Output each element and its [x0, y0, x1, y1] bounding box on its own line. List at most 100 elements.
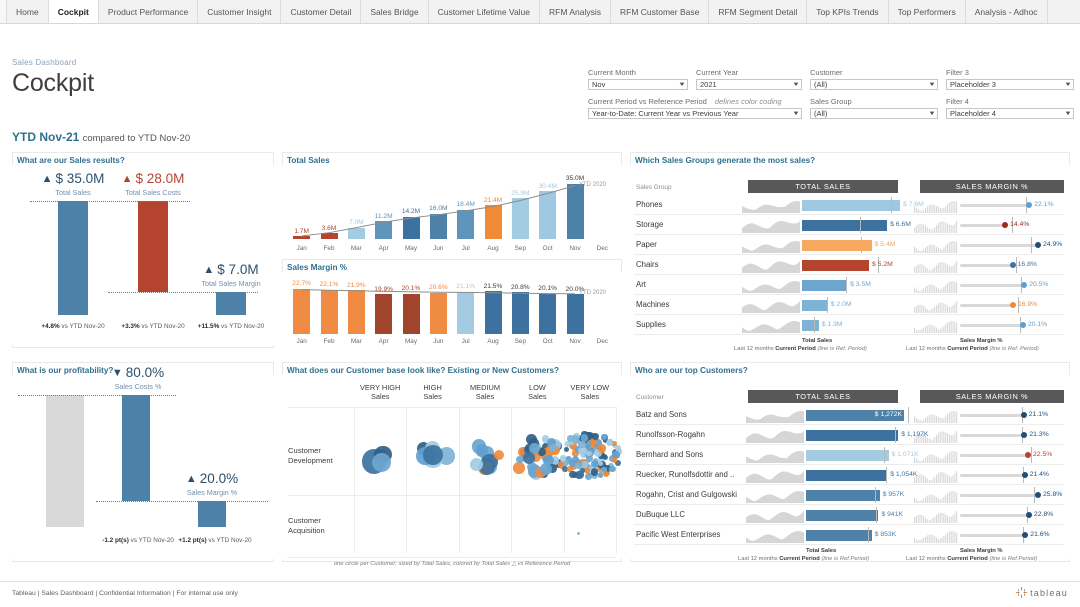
tab-sales-bridge[interactable]: Sales Bridge: [361, 0, 429, 23]
bar-jun[interactable]: [429, 292, 447, 334]
dot-sales-margin[interactable]: [1025, 452, 1032, 458]
bar-feb[interactable]: [320, 233, 338, 239]
dot-sales-margin[interactable]: [1002, 222, 1009, 228]
filter-select[interactable]: Placeholder 3 ▼: [946, 79, 1074, 90]
bar-mar[interactable]: [347, 290, 365, 334]
bar-jun[interactable]: [429, 213, 447, 239]
customer-bubble[interactable]: [539, 463, 552, 476]
bar-sep[interactable]: [511, 198, 529, 239]
bar-aug[interactable]: [484, 291, 502, 334]
tab-customer-lifetime-value[interactable]: Customer Lifetime Value: [428, 0, 541, 23]
customer-bubble[interactable]: [611, 450, 620, 459]
customer-base-matrix[interactable]: VERY HIGH Sales HIGH Sales MEDIUM Sales LOW Sal…: [282, 375, 623, 567]
bullet-bar-total-sales[interactable]: [802, 219, 888, 231]
tab-rfm-customer-base[interactable]: RFM Customer Base: [610, 0, 710, 23]
customer-bubble[interactable]: [586, 451, 592, 457]
dot-sales-margin[interactable]: [1009, 262, 1016, 268]
bullet-bar-total-sales[interactable]: [806, 509, 879, 521]
bar-sep[interactable]: [511, 292, 529, 334]
dot-sales-margin[interactable]: [1009, 302, 1016, 308]
dot-sales-margin[interactable]: [1035, 242, 1041, 248]
tab-rfm-segment-detail[interactable]: RFM Segment Detail: [709, 0, 808, 23]
dot-sales-margin[interactable]: [1021, 432, 1028, 438]
customer-bubble[interactable]: [493, 449, 505, 461]
bullet-bar-total-sales[interactable]: [802, 259, 870, 271]
filter-select[interactable]: Placeholder 4 ▼: [946, 108, 1074, 119]
customer-bubble[interactable]: [549, 443, 558, 452]
tab-customer-detail[interactable]: Customer Detail: [281, 0, 362, 23]
bar-sales-margin-pct[interactable]: [198, 500, 226, 527]
tab-customer-insight[interactable]: Customer Insight: [198, 0, 282, 23]
customer-bubble[interactable]: [609, 465, 616, 473]
bullet-bar-total-sales[interactable]: [802, 319, 819, 331]
customer-bubble[interactable]: [592, 433, 599, 440]
bar-aug[interactable]: [484, 205, 502, 239]
profitability-chart[interactable]: 80.0% Sales Costs % 20.0%Sales Margin % -1.…: [12, 365, 274, 559]
bar-apr[interactable]: [375, 294, 393, 334]
sales-results-chart[interactable]: $ 35.0M Total Sales +4.8% vs YTD Nov-20 $ 2…: [12, 165, 274, 345]
tab-rfm-analysis[interactable]: RFM Analysis: [540, 0, 611, 23]
sales-margin-chart[interactable]: 22.7% Jan 22.1% Feb 21.9% Mar 19.9% Apr 20.1% May…: [282, 272, 622, 348]
bar-jan[interactable]: [293, 288, 311, 334]
sales-groups-table[interactable]: Sales Group TOTAL SALES SALES MARGIN % Phon…: [630, 165, 1070, 352]
customer-bubble[interactable]: [476, 444, 488, 456]
bar-jul[interactable]: [457, 291, 475, 334]
tab-top-kpis-trends[interactable]: Top KPIs Trends: [807, 0, 889, 23]
filter-select[interactable]: (All) ▼: [810, 108, 938, 119]
tab-analysis-adhoc[interactable]: Analysis - Adhoc: [965, 0, 1048, 23]
filter-select[interactable]: 2021 ▼: [696, 79, 802, 90]
bar-jan[interactable]: [293, 236, 311, 239]
bar-may[interactable]: [402, 293, 420, 334]
dot-sales-margin[interactable]: [1022, 532, 1029, 538]
tab-top-performers[interactable]: Top Performers: [888, 0, 966, 23]
customer-bubble[interactable]: [569, 470, 577, 479]
filter-select[interactable]: Nov ▼: [588, 79, 688, 90]
bar-jul[interactable]: [457, 209, 475, 239]
dot-sales-margin[interactable]: [1020, 412, 1027, 418]
bar-oct[interactable]: [539, 293, 557, 334]
bar-3[interactable]: [216, 292, 246, 315]
customer-bubble[interactable]: [600, 434, 607, 440]
customer-bubble[interactable]: [576, 532, 580, 536]
customer-bubble[interactable]: [578, 447, 587, 456]
tab-cockpit[interactable]: Cockpit: [48, 0, 99, 23]
bar-oct[interactable]: [539, 191, 557, 239]
bullet-bar-total-sales[interactable]: [802, 199, 900, 211]
customer-bubble[interactable]: [584, 467, 590, 473]
bullet-bar-total-sales[interactable]: [806, 529, 872, 541]
customer-bubble[interactable]: [581, 461, 589, 468]
dot-sales-margin[interactable]: [1026, 202, 1033, 208]
dot-sales-margin[interactable]: [1025, 512, 1032, 518]
customer-bubble[interactable]: [597, 460, 603, 466]
customer-bubble[interactable]: [523, 451, 536, 464]
customer-bubble[interactable]: [513, 462, 525, 474]
tab-product-performance[interactable]: Product Performance: [98, 0, 199, 23]
customer-bubble[interactable]: [567, 434, 574, 442]
customer-bubble[interactable]: [578, 440, 586, 449]
customer-bubble[interactable]: [559, 455, 567, 462]
customer-bubble[interactable]: [590, 468, 599, 476]
customer-bubble[interactable]: [602, 470, 610, 478]
dot-sales-margin[interactable]: [1019, 322, 1026, 328]
dot-sales-margin[interactable]: [1021, 472, 1028, 478]
top-customers-table[interactable]: Customer TOTAL SALES SALES MARGIN % Batz an…: [630, 375, 1070, 562]
bullet-bar-total-sales[interactable]: [802, 279, 848, 291]
customer-bubble[interactable]: [563, 447, 569, 453]
bar-1[interactable]: [58, 201, 88, 315]
bullet-bar-total-sales[interactable]: [806, 449, 889, 461]
customer-bubble[interactable]: [423, 444, 443, 465]
bullet-bar-total-sales[interactable]: [806, 469, 888, 481]
customer-bubble[interactable]: [564, 440, 571, 447]
tab-home[interactable]: Home: [6, 0, 49, 23]
bar-nov[interactable]: [566, 183, 584, 239]
customer-bubble[interactable]: [598, 444, 607, 453]
bar-2[interactable]: [138, 201, 168, 293]
bar-feb[interactable]: [320, 289, 338, 334]
filter-select[interactable]: Year-to-Date: Current Year vs Previous Y…: [588, 108, 802, 119]
dot-sales-margin[interactable]: [1021, 282, 1028, 288]
customer-bubble[interactable]: [371, 452, 392, 473]
bar-sales-costs-pct[interactable]: [122, 395, 150, 501]
bar-may[interactable]: [402, 216, 420, 239]
bullet-bar-total-sales[interactable]: [806, 489, 880, 501]
bar-nov[interactable]: [566, 294, 584, 334]
